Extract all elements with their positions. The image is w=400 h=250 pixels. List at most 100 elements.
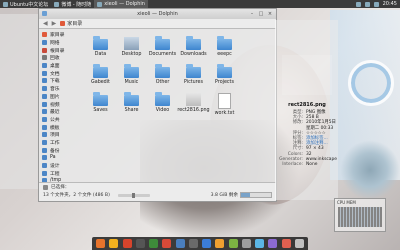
dock-app-icon[interactable] — [255, 239, 265, 248]
status-message: 已选择： — [51, 185, 70, 190]
sidebar-item[interactable]: 最近 — [39, 108, 83, 116]
app-icon[interactable] — [42, 11, 47, 16]
maximize-icon[interactable]: □ — [258, 11, 264, 17]
file-item[interactable]: Desktop — [116, 35, 147, 63]
back-icon[interactable]: ◀ — [43, 20, 48, 27]
sidebar-item-label: 项目 — [50, 133, 60, 139]
network-icon[interactable] — [355, 1, 361, 7]
system-tray: 20:45 — [355, 1, 400, 7]
dock-app-icon[interactable] — [215, 239, 225, 248]
info-row: Interlace: None — [279, 162, 337, 167]
sidebar-item[interactable]: 下载 — [39, 77, 83, 85]
file-item[interactable]: rect2816.png — [177, 91, 210, 119]
browser-icon — [54, 1, 60, 7]
file-item[interactable]: Projects — [209, 63, 240, 91]
file-item[interactable]: Pictures — [178, 63, 209, 91]
place-icon — [42, 116, 47, 122]
sidebar-item[interactable]: Pa — [39, 154, 83, 162]
file-item[interactable]: Gabedit — [85, 63, 116, 91]
folder-icon — [93, 92, 108, 106]
minimize-icon[interactable]: – — [249, 11, 255, 17]
clock[interactable]: 20:45 — [383, 1, 397, 7]
sidebar-item[interactable]: 备份 — [39, 146, 83, 154]
task-ubuntu-forum[interactable]: Ubuntu中文论坛 — [0, 0, 51, 8]
zoom-slider[interactable] — [117, 192, 150, 198]
sidebar-item[interactable]: 公共 — [39, 116, 83, 124]
dock-app-icon[interactable] — [122, 239, 132, 248]
background-panel — [0, 14, 39, 189]
close-icon[interactable]: × — [267, 11, 273, 17]
sidebar-item[interactable]: 设计 — [39, 162, 83, 170]
empty-cell — [240, 63, 271, 91]
file-item[interactable]: Data — [85, 35, 116, 63]
browser-icon — [3, 1, 8, 7]
dock-app-icon[interactable] — [294, 239, 304, 248]
place-icon — [42, 132, 47, 138]
file-item[interactable]: Other — [147, 63, 178, 91]
sidebar-item[interactable]: 图片 — [39, 93, 83, 101]
file-item[interactable]: Video — [147, 91, 178, 119]
place-icon — [42, 78, 47, 84]
battery-icon[interactable] — [373, 1, 379, 7]
file-name: rect2816.png — [177, 108, 210, 113]
dock-app-icon[interactable] — [241, 239, 251, 248]
status-summary: 13 个文件夹，2 个文件 (486 B) — [43, 193, 110, 198]
sidebar-item[interactable]: 文档 — [39, 69, 83, 77]
sidebar-item[interactable]: 网络 — [39, 39, 83, 47]
dock-app-icon[interactable] — [149, 239, 159, 248]
dock-app-icon[interactable] — [268, 239, 278, 248]
wallpaper-flower — [348, 60, 394, 106]
breadcrumb[interactable]: 家目录 — [60, 20, 82, 27]
folder-icon — [217, 64, 232, 78]
volume-icon[interactable] — [364, 1, 370, 7]
file-name: Projects — [215, 80, 234, 85]
system-monitor-widget[interactable]: CPU MEM — [334, 198, 386, 232]
dock-app-icon[interactable] — [202, 239, 212, 248]
sidebar-item[interactable]: 视频 — [39, 100, 83, 108]
dock-app-icon[interactable] — [188, 239, 198, 248]
sidebar-item[interactable]: 回收 — [39, 54, 83, 62]
task-dolphin[interactable]: xieoli — Dolphin — [94, 0, 148, 8]
sidebar-item[interactable]: 项目 — [39, 131, 83, 139]
dock-app-icon[interactable] — [228, 239, 238, 248]
dock-app-icon[interactable] — [281, 239, 291, 248]
place-icon — [42, 147, 47, 153]
file-item[interactable]: Saves — [85, 91, 116, 119]
sidebar-item[interactable]: 根目录 — [39, 46, 83, 54]
sidebar-item[interactable]: 工程 — [39, 169, 83, 177]
dolphin-window: xieoli — Dolphin – □ × ◀ ▶ 家目录 家目录 网络 根目录回… — [38, 8, 277, 202]
sidebar-item[interactable]: 工作 — [39, 139, 83, 147]
sidebar-item[interactable]: 模板 — [39, 123, 83, 131]
file-item[interactable]: Documents — [147, 35, 178, 63]
place-icon — [42, 109, 47, 115]
dock-app-icon[interactable] — [175, 239, 185, 248]
forward-icon[interactable]: ▶ — [52, 20, 57, 27]
sidebar-item[interactable]: 桌面 — [39, 62, 83, 70]
window-titlebar[interactable]: xieoli — Dolphin – □ × — [39, 9, 276, 19]
file-name: Data — [94, 52, 107, 57]
places-sidebar: 家目录 网络 根目录 回收桌面 文档 下载 音乐 图片 视频最近 公共 模板项目 工作 备份 Pa 设计 工程… — [39, 29, 83, 184]
dock-app-icon[interactable] — [109, 239, 119, 248]
sidebar-item[interactable]: 音乐 — [39, 85, 83, 93]
sidebar-item[interactable]: 家目录 — [39, 31, 83, 39]
file-item[interactable]: eeepc — [209, 35, 240, 63]
monitor-graph — [338, 207, 382, 227]
file-name: Documents — [148, 52, 177, 57]
dock-app-icon[interactable] — [162, 239, 172, 248]
file-item[interactable]: work.txt — [209, 91, 240, 119]
file-item[interactable]: Music — [116, 63, 147, 91]
dock-app-icon[interactable] — [96, 239, 106, 248]
sidebar-item-label: 桌面 — [50, 64, 60, 70]
folder-icon — [186, 64, 201, 78]
sidebar-item-label: 最近 — [50, 110, 60, 116]
dock-app-icon[interactable] — [135, 239, 145, 248]
task-weibo[interactable]: 微博 - 随时随 — [51, 0, 94, 8]
place-icon — [42, 63, 47, 69]
file-item[interactable]: Downloads — [178, 35, 209, 63]
dock — [92, 237, 308, 250]
sidebar-item-label: 视频 — [50, 102, 60, 108]
place-icon — [42, 86, 47, 92]
file-item[interactable]: Share — [116, 91, 147, 119]
folder-icon — [93, 64, 108, 78]
sidebar-item-label: 备份 — [50, 148, 60, 154]
